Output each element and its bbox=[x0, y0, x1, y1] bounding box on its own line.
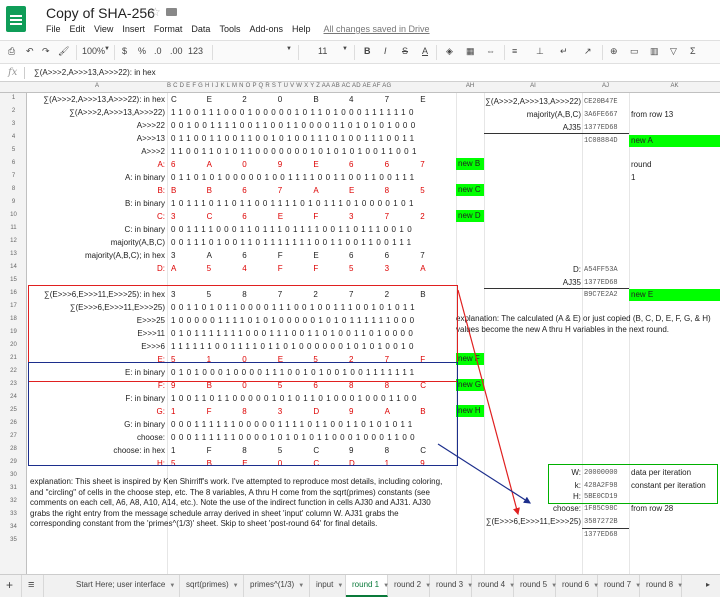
sheet-tab-label: round 1 bbox=[352, 580, 380, 589]
sheet-tab-label: round 2 bbox=[394, 580, 422, 589]
tab-menu-chevron-icon[interactable]: ▼ bbox=[169, 583, 175, 589]
arrows-overlay bbox=[437, 289, 532, 516]
insert-link-icon[interactable]: ⊕ bbox=[610, 46, 618, 57]
menu-data[interactable]: Data bbox=[191, 24, 210, 34]
sheet-tab[interactable]: round 8 ▼ bbox=[640, 575, 683, 597]
sheet-tab[interactable]: round 6 ▼ bbox=[556, 575, 599, 597]
toolbar: ⎙ ↶ ↷ 🖌 100% ▼ $ % .0 .00 123 ▼ 11 ▼ B I… bbox=[0, 40, 720, 64]
folder-icon[interactable] bbox=[166, 8, 177, 16]
tab-menu-chevron-icon[interactable]: ▼ bbox=[677, 583, 683, 589]
font-size-chevron-icon[interactable]: ▼ bbox=[342, 46, 348, 52]
formula-bar[interactable]: fx ∑(A>>>2,A>>>13,A>>>22): in hex bbox=[0, 64, 720, 82]
menu-bar: File Edit View Insert Format Data Tools … bbox=[46, 24, 439, 34]
sheet-tab-label: sqrt(primes) bbox=[186, 580, 229, 589]
sheet-tab-label: Start Here; user interface bbox=[76, 580, 166, 589]
font-family-chevron-icon[interactable]: ▼ bbox=[286, 46, 292, 52]
sheet-tab[interactable]: sqrt(primes) ▼ bbox=[180, 575, 244, 597]
sheet-tab-label: input bbox=[316, 580, 334, 589]
sheet-tab[interactable]: round 5 ▼ bbox=[514, 575, 557, 597]
save-status[interactable]: All changes saved in Drive bbox=[324, 24, 430, 34]
zoom-select[interactable]: 100% bbox=[82, 46, 105, 56]
more-formats-button[interactable]: 123 bbox=[188, 46, 203, 56]
borders-icon[interactable]: ▦ bbox=[466, 46, 475, 57]
sheet-tab[interactable]: primes^(1/3) ▼ bbox=[244, 575, 310, 597]
align-left-icon[interactable]: ≡ bbox=[512, 46, 517, 56]
tabs-scroll-icon[interactable]: ▸ bbox=[700, 575, 720, 597]
sheet-tab-label: round 8 bbox=[646, 580, 674, 589]
formula-input[interactable]: ∑(A>>>2,A>>>13,A>>>22): in hex bbox=[34, 68, 156, 77]
blue-arrow bbox=[437, 443, 532, 504]
filter-icon[interactable]: ▽ bbox=[670, 46, 677, 57]
text-color-button[interactable]: A bbox=[422, 46, 428, 56]
sheet-tab[interactable]: input ▼ bbox=[310, 575, 346, 597]
italic-button[interactable]: I bbox=[384, 46, 387, 56]
menu-file[interactable]: File bbox=[46, 24, 61, 34]
rotate-text-icon[interactable]: ↗ bbox=[584, 46, 592, 57]
sheet-tab[interactable]: round 4 ▼ bbox=[472, 575, 515, 597]
document-title[interactable]: Copy of SHA-256 bbox=[46, 5, 155, 21]
sheet-tab[interactable]: round 2 ▼ bbox=[388, 575, 431, 597]
paint-format-icon[interactable]: 🖌 bbox=[58, 46, 69, 57]
chevron-down-icon[interactable]: ▼ bbox=[104, 46, 110, 52]
sheet-tab[interactable]: Start Here; user interface ▼ bbox=[70, 575, 180, 597]
print-icon[interactable]: ⎙ bbox=[8, 46, 15, 57]
add-sheet-icon[interactable]: + bbox=[0, 575, 22, 597]
redo-icon[interactable]: ↷ bbox=[42, 46, 50, 57]
tab-menu-chevron-icon[interactable]: ▼ bbox=[298, 583, 304, 589]
increase-decimals-button[interactable]: .00 bbox=[170, 46, 183, 56]
sheet-tab-label: round 6 bbox=[562, 580, 590, 589]
star-icon[interactable]: ☆ bbox=[150, 5, 161, 19]
sheet-tab-label: round 5 bbox=[520, 580, 548, 589]
menu-tools[interactable]: Tools bbox=[219, 24, 240, 34]
sheet-tabs-bar: + ≡ Start Here; user interface ▼ sqrt(prim… bbox=[0, 574, 720, 597]
sheet-tab[interactable]: round 3 ▼ bbox=[430, 575, 473, 597]
sheet-tab-label: round 3 bbox=[436, 580, 464, 589]
merge-cells-icon[interactable]: ⇔ bbox=[486, 46, 495, 56]
insert-chart-icon[interactable]: ▥ bbox=[650, 46, 659, 57]
currency-button[interactable]: $ bbox=[122, 46, 127, 56]
decrease-decimals-button[interactable]: .0 bbox=[154, 46, 162, 56]
tab-menu-chevron-icon[interactable]: ▼ bbox=[337, 583, 343, 589]
menu-view[interactable]: View bbox=[94, 24, 113, 34]
red-arrow bbox=[457, 289, 520, 516]
spreadsheet-grid[interactable]: A B C D E F G H I J K L M N O P Q R S T … bbox=[0, 82, 720, 574]
menu-insert[interactable]: Insert bbox=[122, 24, 145, 34]
tab-menu-chevron-icon[interactable]: ▼ bbox=[233, 583, 239, 589]
bold-button[interactable]: B bbox=[364, 46, 371, 56]
wrap-text-icon[interactable]: ↵ bbox=[560, 46, 568, 57]
menu-format[interactable]: Format bbox=[154, 24, 183, 34]
font-size-select[interactable]: 11 bbox=[318, 46, 327, 56]
fill-color-icon[interactable]: ◈ bbox=[446, 46, 453, 57]
menu-edit[interactable]: Edit bbox=[70, 24, 86, 34]
fx-icon: fx bbox=[8, 67, 18, 78]
sheet-tab-label: primes^(1/3) bbox=[250, 580, 295, 589]
undo-icon[interactable]: ↶ bbox=[26, 46, 34, 57]
all-sheets-icon[interactable]: ≡ bbox=[22, 575, 44, 597]
functions-icon[interactable]: Σ bbox=[690, 46, 696, 56]
strikethrough-button[interactable]: S bbox=[402, 46, 408, 56]
sheet-tab-label: round 4 bbox=[478, 580, 506, 589]
sheet-tab[interactable]: round 1 ▼ bbox=[346, 575, 389, 597]
title-bar: Copy of SHA-256 ☆ File Edit View Insert … bbox=[0, 0, 720, 40]
insert-comment-icon[interactable]: ▭ bbox=[630, 46, 639, 57]
sheets-logo-icon[interactable] bbox=[6, 6, 26, 32]
percent-button[interactable]: % bbox=[138, 46, 146, 56]
sheet-tab[interactable]: round 7 ▼ bbox=[598, 575, 641, 597]
menu-help[interactable]: Help bbox=[292, 24, 311, 34]
align-bottom-icon[interactable]: ⊥ bbox=[536, 46, 544, 57]
sheet-tab-label: round 7 bbox=[604, 580, 632, 589]
menu-addons[interactable]: Add-ons bbox=[249, 24, 283, 34]
